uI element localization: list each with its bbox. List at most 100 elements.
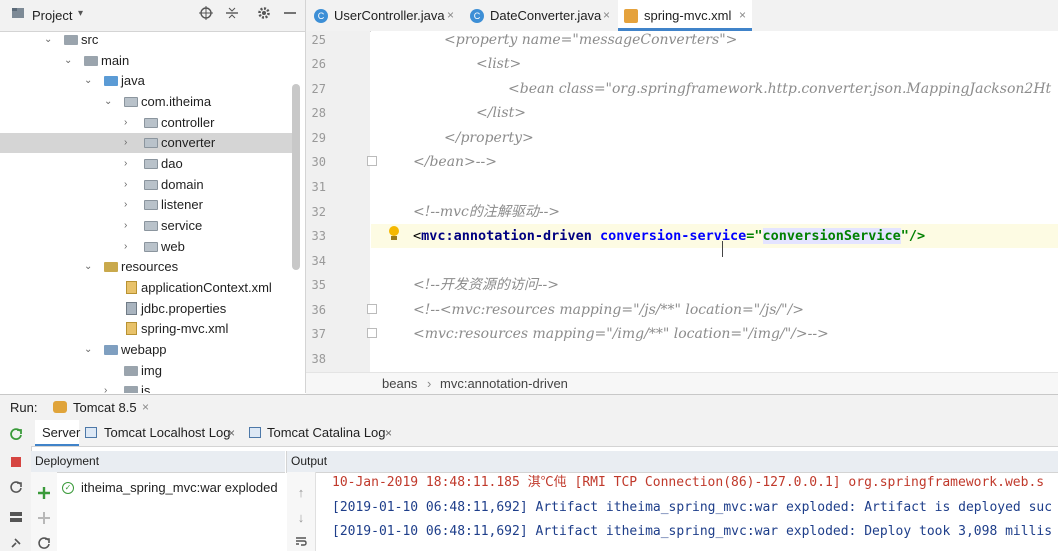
restart-icon[interactable] <box>8 480 24 496</box>
lightbulb-icon[interactable] <box>388 226 400 242</box>
close-icon[interactable]: × <box>228 420 235 446</box>
code-token-bracket: < <box>413 228 422 244</box>
chevron-right-icon[interactable]: › <box>124 195 134 215</box>
tree-item-img[interactable]: img <box>0 361 292 381</box>
deployment-header: Deployment <box>31 451 285 473</box>
tree-item-listener[interactable]: › listener <box>0 195 292 215</box>
close-icon[interactable]: × <box>447 0 454 31</box>
tree-item-label: domain <box>161 177 204 192</box>
code-line: <!--<mvc:resources mapping="/js/**" loca… <box>413 302 805 318</box>
run-subtab-bar: Server Tomcat Localhost Log × Tomcat Cat… <box>31 420 1058 447</box>
deploy-icon[interactable] <box>37 486 51 500</box>
tab-usercontroller-java[interactable]: C UserController.java × <box>308 0 460 31</box>
close-icon[interactable]: × <box>385 420 392 446</box>
tab-label: DateConverter.java <box>490 8 602 23</box>
breadcrumb-item[interactable]: mvc:annotation-driven <box>440 376 568 391</box>
close-icon[interactable]: × <box>739 0 746 31</box>
line-number: 33 <box>311 229 326 243</box>
code-token-close: "/> <box>900 228 926 244</box>
deployment-title: Deployment <box>35 454 100 468</box>
folder-icon <box>84 56 98 66</box>
tree-item-converter[interactable]: › converter <box>0 133 292 153</box>
tree-item-controller[interactable]: › controller <box>0 113 292 133</box>
breadcrumb-item[interactable]: beans <box>382 376 417 391</box>
arrow-down-icon[interactable]: ↓ <box>295 511 307 525</box>
chevron-down-icon[interactable]: ⌄ <box>84 257 94 277</box>
code-line: <mvc:resources mapping="/img/**" locatio… <box>413 326 829 342</box>
tree-item-label: main <box>101 53 130 68</box>
gear-icon[interactable] <box>256 6 272 22</box>
tree-item-web[interactable]: › web <box>0 237 292 257</box>
code-token-eq: =" <box>746 228 763 244</box>
tree-item-applicationcontext-xml[interactable]: applicationContext.xml <box>0 278 292 298</box>
fold-marker-icon[interactable] <box>367 328 377 338</box>
chevron-right-icon[interactable]: › <box>124 216 134 236</box>
line-number: 27 <box>311 82 326 96</box>
tree-item-resources[interactable]: ⌄ resources <box>0 257 292 277</box>
tree-item-label: webapp <box>121 342 167 357</box>
arrow-up-icon[interactable]: ↑ <box>295 486 307 500</box>
line-number: 35 <box>311 278 326 292</box>
tree-item-src[interactable]: ⌄ src <box>0 30 292 50</box>
soft-wrap-icon[interactable] <box>295 535 307 549</box>
fold-marker-icon[interactable] <box>367 304 377 314</box>
deployment-item[interactable]: ✓ itheima_spring_mvc:war exploded <box>62 480 284 498</box>
close-icon[interactable]: × <box>142 400 149 414</box>
project-panel-header: Project ▾ <box>0 0 305 32</box>
tree-item-com-itheima[interactable]: ⌄ com.itheima <box>0 92 292 112</box>
chevron-right-icon[interactable]: › <box>124 175 134 195</box>
layout-icon[interactable] <box>8 510 24 526</box>
chevron-right-icon[interactable]: › <box>104 381 114 393</box>
code-line: </bean>--> <box>413 154 497 170</box>
tree-item-spring-mvc-xml[interactable]: spring-mvc.xml <box>0 319 292 339</box>
tree-item-domain[interactable]: › domain <box>0 175 292 195</box>
close-icon[interactable]: × <box>603 0 610 31</box>
fold-marker-icon[interactable] <box>367 156 377 166</box>
checkmark-icon: ✓ <box>62 482 74 494</box>
tab-spring-mvc-xml[interactable]: spring-mvc.xml × <box>618 0 752 31</box>
chevron-right-icon[interactable]: › <box>124 154 134 174</box>
project-scrollbar[interactable] <box>292 84 300 270</box>
line-number: 32 <box>311 205 326 219</box>
chevron-right-icon[interactable]: › <box>124 113 134 133</box>
xml-file-icon <box>126 281 137 294</box>
tree-item-service[interactable]: › service <box>0 216 292 236</box>
run-config-tab[interactable]: Tomcat 8.5 <box>73 400 137 415</box>
tree-item-java[interactable]: ⌄ java <box>0 71 292 91</box>
collapse-icon[interactable] <box>224 6 240 22</box>
folder-icon <box>124 386 138 393</box>
chevron-down-icon[interactable]: ⌄ <box>104 92 114 112</box>
chevron-down-icon[interactable]: ⌄ <box>44 30 54 50</box>
source-folder-icon <box>104 76 118 86</box>
pin-icon[interactable] <box>8 536 24 552</box>
chevron-down-icon[interactable]: ⌄ <box>64 51 74 71</box>
chevron-down-icon[interactable]: ▾ <box>78 8 83 19</box>
chevron-down-icon[interactable]: ⌄ <box>84 71 94 91</box>
project-title[interactable]: Project <box>32 8 72 23</box>
minimize-icon[interactable] <box>282 6 298 22</box>
line-number: 26 <box>311 57 326 71</box>
output-line: [2019-01-10 06:48:11,692] Artifact ithei… <box>332 524 1053 539</box>
tree-item-jdbc-properties[interactable]: jdbc.properties <box>0 299 292 319</box>
rerun-icon[interactable] <box>8 427 24 443</box>
tab-server[interactable]: Server <box>35 420 80 446</box>
tree-item-webapp[interactable]: ⌄ webapp <box>0 340 292 360</box>
tree-item-label: js <box>141 383 151 393</box>
tree-item-label: java <box>121 73 145 88</box>
refresh-icon[interactable] <box>37 536 51 550</box>
tree-item-js[interactable]: › js <box>0 381 292 393</box>
tree-item-dao[interactable]: › dao <box>0 154 292 174</box>
tree-item-main[interactable]: ⌄ main <box>0 51 292 71</box>
chevron-right-icon[interactable]: › <box>124 133 134 153</box>
stop-icon[interactable] <box>8 455 24 471</box>
chevron-down-icon[interactable]: ⌄ <box>84 340 94 360</box>
crosshair-icon[interactable] <box>198 6 214 22</box>
tab-label: Tomcat Localhost Log <box>104 425 231 440</box>
undeploy-icon[interactable] <box>37 511 51 525</box>
tab-dateconverter-java[interactable]: C DateConverter.java × <box>464 0 616 31</box>
code-line: <!--开发资源的访问--> <box>413 277 560 293</box>
tab-tomcat-catalina-log[interactable]: Tomcat Catalina Log × <box>249 420 399 446</box>
package-icon <box>144 242 158 252</box>
tab-tomcat-localhost-log[interactable]: Tomcat Localhost Log × <box>85 420 241 446</box>
chevron-right-icon[interactable]: › <box>124 237 134 257</box>
